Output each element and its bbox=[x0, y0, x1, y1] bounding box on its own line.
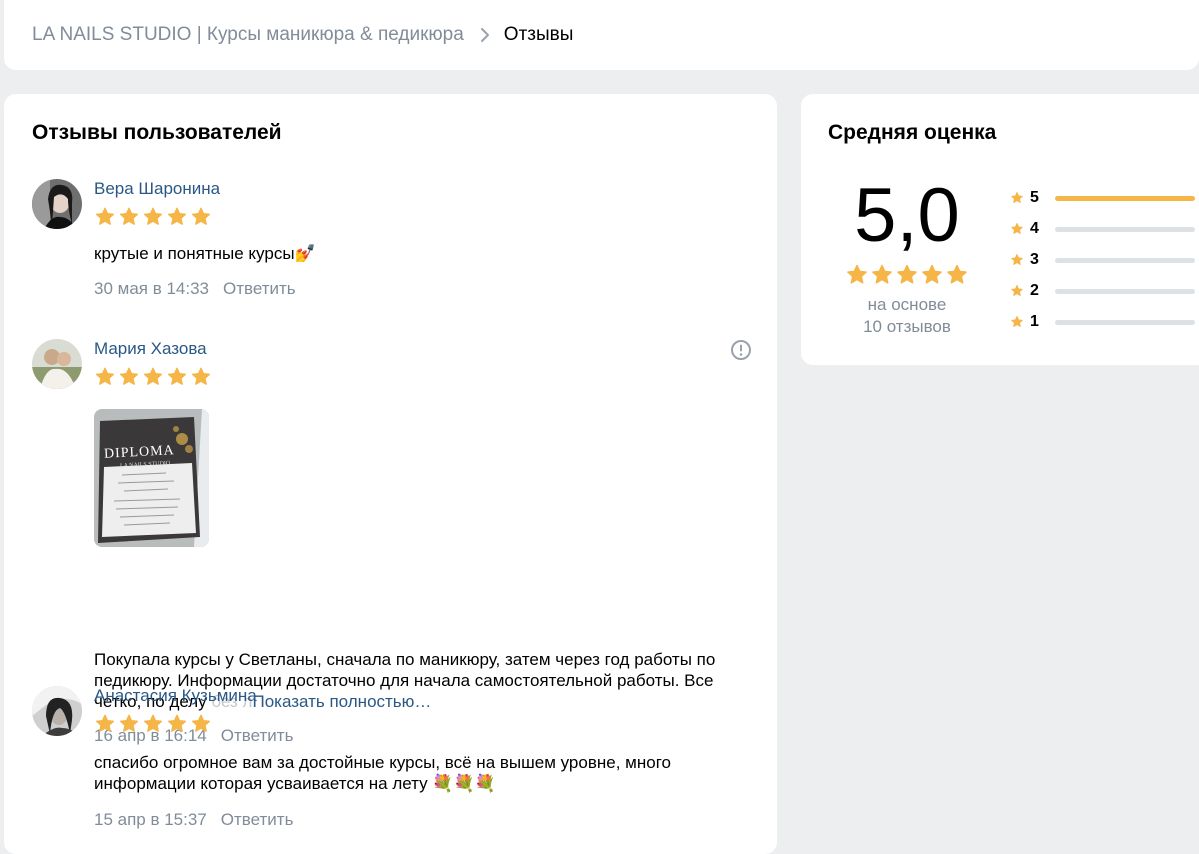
review-text: спасибо огромное вам за достойные курсы,… bbox=[94, 753, 671, 793]
average-rating: 5,0 bbox=[854, 173, 960, 258]
review-author[interactable]: Мария Хазова bbox=[94, 339, 207, 359]
breadcrumb-community-link[interactable]: LA NAILS STUDIO | Курсы маникюра & педик… bbox=[32, 24, 464, 46]
rating-row-bar bbox=[1055, 257, 1195, 263]
review-meta: 15 апр в 15:37 Ответить bbox=[94, 810, 293, 830]
review-date[interactable]: 30 мая в 14:33 bbox=[94, 279, 209, 298]
avatar[interactable] bbox=[32, 339, 82, 389]
star-icon bbox=[95, 367, 115, 385]
star-icon bbox=[897, 264, 917, 284]
rating-stars bbox=[94, 206, 212, 228]
star-icon bbox=[167, 367, 187, 385]
star-icon bbox=[119, 714, 139, 732]
star-icon bbox=[1011, 223, 1023, 234]
star-icon bbox=[1011, 316, 1023, 327]
rating-row-bar-fill bbox=[1055, 195, 1195, 201]
chevron-right-icon bbox=[480, 27, 490, 43]
based-on-text: на основе 10 отзывов bbox=[801, 294, 1013, 338]
reviews-title: Отзывы пользователей bbox=[32, 121, 282, 144]
star-icon bbox=[947, 264, 967, 284]
rating-row-label: 1 bbox=[1030, 313, 1039, 330]
breadcrumb-current: Отзывы bbox=[503, 24, 574, 45]
rating-stars bbox=[94, 713, 212, 735]
review-photo[interactable]: DIPLOMA LA NAILS STUDIO bbox=[94, 409, 209, 547]
star-icon bbox=[119, 367, 139, 385]
avatar[interactable] bbox=[32, 179, 82, 229]
star-icon bbox=[1011, 285, 1023, 296]
rating-row-bar bbox=[1055, 319, 1195, 325]
review-text: крутые и понятные курсы💅 bbox=[94, 244, 316, 263]
rating-row-bar bbox=[1055, 195, 1195, 201]
rating-row-label: 3 bbox=[1030, 251, 1039, 268]
rating-row-3[interactable]: 3 bbox=[1010, 251, 1195, 269]
star-icon bbox=[191, 207, 211, 225]
star-icon bbox=[191, 367, 211, 385]
review-author[interactable]: Вера Шаронина bbox=[94, 179, 220, 199]
rating-row-bar bbox=[1055, 288, 1195, 294]
star-icon bbox=[143, 714, 163, 732]
review-item: Анастасия Кузьмина спасибо огромное вам … bbox=[32, 686, 752, 846]
star-icon bbox=[95, 714, 115, 732]
reply-button[interactable]: Ответить bbox=[221, 810, 294, 829]
review-author[interactable]: Анастасия Кузьмина bbox=[94, 686, 257, 706]
star-icon bbox=[167, 714, 187, 732]
rating-row-2[interactable]: 2 bbox=[1010, 282, 1195, 300]
star-icon bbox=[95, 207, 115, 225]
based-on-line2: 10 отзывов bbox=[863, 317, 951, 336]
rating-row-label: 2 bbox=[1030, 282, 1039, 299]
avatar[interactable] bbox=[32, 686, 82, 736]
review-item: Мария Хазова DIPLOMA LA NAILS STUDIO Пок… bbox=[32, 339, 752, 745]
star-icon bbox=[847, 264, 867, 284]
rating-title: Средняя оценка bbox=[828, 121, 997, 144]
rating-row-bar bbox=[1055, 226, 1195, 232]
reviews-card: Отзывы пользователей Вера Шаронина круты… bbox=[4, 94, 777, 854]
exclamation-circle-icon[interactable] bbox=[730, 339, 752, 361]
star-icon bbox=[1011, 254, 1023, 265]
rating-stars bbox=[94, 366, 212, 388]
rating-summary-card: Средняя оценка 5,0 на основе 10 отзывов … bbox=[801, 94, 1199, 365]
star-icon bbox=[922, 264, 942, 284]
rating-row-label: 4 bbox=[1030, 220, 1039, 237]
rating-row-4[interactable]: 4 bbox=[1010, 220, 1195, 238]
review-date[interactable]: 15 апр в 15:37 bbox=[94, 810, 207, 829]
star-icon bbox=[143, 367, 163, 385]
star-icon bbox=[1011, 192, 1023, 203]
star-icon bbox=[143, 207, 163, 225]
star-icon bbox=[167, 207, 187, 225]
breadcrumb: LA NAILS STUDIO | Курсы маникюра & педик… bbox=[4, 0, 1199, 70]
star-icon bbox=[872, 264, 892, 284]
star-icon bbox=[191, 714, 211, 732]
based-on-line1: на основе bbox=[867, 295, 947, 314]
review-item: Вера Шаронина крутые и понятные курсы💅 3… bbox=[32, 179, 752, 309]
reply-button[interactable]: Ответить bbox=[223, 279, 296, 298]
rating-row-label: 5 bbox=[1030, 189, 1039, 206]
review-meta: 30 мая в 14:33 Ответить bbox=[94, 279, 296, 299]
star-icon bbox=[119, 207, 139, 225]
average-stars bbox=[845, 263, 969, 287]
rating-row-1[interactable]: 1 bbox=[1010, 313, 1195, 331]
rating-row-5[interactable]: 5 bbox=[1010, 189, 1195, 207]
